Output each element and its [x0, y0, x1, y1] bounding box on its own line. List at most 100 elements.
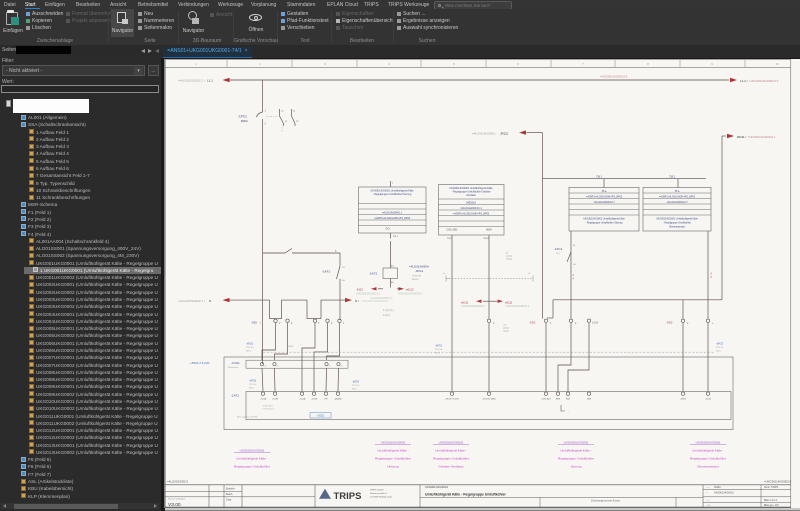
svg-text:UKG001UKG0001: UKG001UKG0001 — [714, 491, 734, 494]
svg-text:Zeichnungsnummer Kunde:: Zeichnungsnummer Kunde: — [591, 500, 621, 503]
svg-text:718 2: 718 2 — [669, 176, 676, 179]
svg-text:UKG001UKG0001: UKG001UKG0001 — [381, 441, 406, 445]
svg-text:+5004 2.6.230: +5004 2.6.230 — [190, 361, 210, 365]
svg-text:-WD3: -WD3 — [352, 380, 360, 384]
svg-text:N2.5: N2.5 — [435, 352, 440, 354]
svg-text:N2.5: N2.5 — [249, 387, 254, 389]
svg-text:=+EMP1+ALG01GA004+PS_0IP02: =+EMP1+ALG01GA004+PS_0IP02 — [659, 195, 696, 198]
svg-text:- Regelgruppe Umluftkühler Hei: - Regelgruppe Umluftkühler Heizung — [373, 193, 412, 196]
svg-text:Übertemperatur: Übertemperatur — [697, 465, 719, 469]
svg-text:-2C1A: -2C1A — [260, 397, 267, 400]
svg-text:-1KF1: -1KF1 — [369, 272, 378, 276]
svg-text:=+EMP1+ALG01GA004+PS_0IP02: =+EMP1+ALG01GA004+PS_0IP02 — [453, 212, 490, 215]
svg-text:2 sq 4: 2 sq 4 — [383, 314, 390, 317]
svg-text:35 a: 35 a — [675, 190, 680, 193]
svg-text:-4PG1: -4PG1 — [415, 269, 424, 273]
svg-text:-1FC1: -1FC1 — [554, 247, 563, 251]
svg-text:Störung: Störung — [571, 465, 582, 469]
svg-text:1 sq 2 (L): 1 sq 2 (L) — [383, 309, 394, 312]
svg-text:Umluftkühlgerät Kälte -: Umluftkühlgerät Kälte - — [560, 449, 591, 453]
svg-text:SYSLINK: SYSLINK — [412, 276, 422, 278]
svg-text:CHS_GB1: CHS_GB1 — [447, 230, 458, 232]
svg-text:DC+: DC+ — [386, 229, 391, 231]
svg-text:718 1: 718 1 — [596, 176, 603, 179]
svg-text:Regelgruppe Umluftkühler: Regelgruppe Umluftkühler — [433, 457, 469, 461]
svg-text:Version Schaltplan: Version Schaltplan — [168, 497, 186, 500]
svg-text:GNYE: GNYE — [288, 346, 294, 348]
svg-text:PVC 4x: PVC 4x — [352, 385, 360, 387]
svg-text:UKG001UKG0001: UKG001UKG0001 — [240, 449, 265, 453]
svg-text:Bearb.: Bearb. — [226, 493, 233, 496]
svg-text:=ALG01AA004/1.1: =ALG01AA004/1.1 — [382, 211, 403, 214]
svg-text:JR111 /: JR111 / — [737, 135, 747, 139]
svg-text:Ventilator: Ventilator — [466, 194, 476, 197]
svg-text:COP 10-24: COP 10-24 — [263, 409, 275, 411]
svg-text:Norm. TRIPS: Norm. TRIPS — [764, 486, 779, 489]
svg-text:0 10V: 0 10V — [592, 322, 599, 325]
svg-text:TRIPS GmbH: TRIPS GmbH — [370, 490, 384, 492]
svg-text:=UKG001UKG0002/1.0: =UKG001UKG0002/1.0 — [361, 299, 389, 303]
svg-text:Messung bei statt 90: Messung bei statt 90 — [237, 416, 258, 419]
svg-text:=UKG001UKG0002/1.0: =UKG001UKG0002/1.0 — [749, 79, 779, 83]
svg-text:TRIPS: TRIPS — [334, 491, 362, 502]
svg-text:AGRA: AGRA — [714, 486, 721, 489]
svg-text:N /: N / — [355, 299, 359, 303]
svg-text:PVC 4x: PVC 4x — [435, 349, 443, 351]
svg-text:-WD1: -WD1 — [246, 342, 254, 346]
svg-text:N2.5: N2.5 — [716, 350, 721, 352]
svg-text:BUS07: BUS07 — [412, 279, 420, 281]
svg-text:=UKG001UKG0001/3.1: =UKG001UKG0001/3.1 — [461, 306, 486, 308]
svg-text:- Regelgruppe Umluftkühler: - Regelgruppe Umluftkühler — [663, 222, 691, 225]
svg-text:-1FC1: -1FC1 — [238, 114, 247, 118]
svg-text:-WG1: -WG1 — [435, 344, 443, 348]
svg-text:718 1: 718 1 — [393, 236, 399, 238]
svg-text:e6111: e6111 — [461, 300, 469, 304]
svg-text:UKG001UKG0001: UKG001UKG0001 — [425, 485, 448, 489]
svg-text:Umluftkühlgerät Kälte -: Umluftkühlgerät Kälte - — [435, 449, 466, 453]
svg-text:=ALG01SS002/2.1 /: =ALG01SS002/2.1 / — [178, 299, 205, 303]
svg-text:D-37308 Heiligenstadt: D-37308 Heiligenstadt — [370, 495, 392, 498]
svg-text:DDC GLT: DDC GLT — [263, 406, 273, 408]
svg-text:PVC 4x: PVC 4x — [249, 384, 257, 386]
svg-text:-1C1R: -1C1R — [311, 398, 318, 400]
svg-text:Regelgruppe Umluftkühler: Regelgruppe Umluftkühler — [690, 457, 726, 461]
svg-text:=ALG01AA004/1C.1: =ALG01AA004/1C.1 — [460, 207, 482, 210]
svg-text:718/4: 718/4 — [483, 238, 489, 240]
svg-text:=ALG01AA004/10.7: =ALG01AA004/10.7 — [666, 201, 688, 204]
svg-text:718/1: 718/1 — [447, 238, 453, 240]
svg-text:Umluftkühlgerät Kälte -: Umluftkühlgerät Kälte - — [377, 449, 408, 453]
svg-text:=ALG01AA004+: =ALG01AA004+ — [409, 265, 430, 269]
svg-text:=ALG01AA004/10.7: =ALG01AA004/10.7 — [593, 201, 615, 204]
svg-text:-1C1A: -1C1A — [299, 397, 306, 400]
svg-text:=UKG001UKG0002/1.0: =UKG001UKG0002/1.0 — [600, 75, 628, 79]
svg-text:54Z5018: 54Z5018 — [466, 201, 476, 204]
svg-text:e6112: e6112 — [406, 288, 414, 292]
svg-text:Übertemperatur: Übertemperatur — [669, 226, 685, 229]
svg-text:PVC 4x: PVC 4x — [246, 347, 254, 349]
svg-text:Umluftkühlgerät Kälte -: Umluftkühlgerät Kälte - — [236, 457, 267, 461]
svg-text:-2K1:0V GND: -2K1:0V GND — [482, 398, 496, 400]
svg-text:N2.5: N2.5 — [352, 388, 357, 390]
svg-text:UKG001UKG0001 Umluftkühlgerät: UKG001UKG0001 Umluftkühlgerät Kälte — [583, 218, 625, 221]
svg-text:-CXD21: -CXD21 — [316, 416, 325, 418]
svg-text:=ALG01SS002/2.1 /: =ALG01SS002/2.1 / — [178, 79, 205, 83]
svg-text:L1.1: L1.1 — [207, 79, 213, 83]
svg-text:=UKG001UKG0001/3.2: =UKG001UKG0001/3.2 — [505, 306, 530, 308]
svg-text:35 a: 35 a — [602, 190, 607, 193]
svg-text:Regelgruppe Umluftkühler: Regelgruppe Umluftkühler — [558, 457, 594, 461]
svg-text:-1K1:454: -1K1:454 — [542, 398, 552, 400]
svg-text:UKG001UKG0001 Umluftkühlgerät: UKG001UKG0001 Umluftkühlgerät Kälte — [656, 218, 698, 221]
svg-text:Regelgruppe Umluftkühler: Regelgruppe Umluftkühler — [234, 465, 270, 469]
svg-text:Umluftkühlgerät Kälte -: Umluftkühlgerät Kälte - — [692, 449, 723, 453]
svg-text:-M1485: -M1485 — [334, 398, 342, 400]
svg-text:Regelgruppe Umluftkühler: Regelgruppe Umluftkühler — [375, 457, 411, 461]
svg-text:N2.5: N2.5 — [246, 350, 251, 352]
svg-text:e6111: e6111 — [505, 300, 513, 304]
svg-text:=+EMP1+ALG01GA004+PS_0IP02: =+EMP1+ALG01GA004+PS_0IP02 — [374, 217, 411, 220]
svg-text:=ALG01UKG0001 /: =ALG01UKG0001 / — [472, 132, 496, 136]
svg-text:JR111: JR111 — [500, 132, 509, 136]
svg-text:Blatt 1 von 1: Blatt 1 von 1 — [764, 499, 778, 502]
svg-text:-XD2: -XD2 — [666, 321, 673, 325]
svg-text:-X20: -X20 — [251, 320, 257, 324]
svg-text:Gepr.: Gepr. — [226, 498, 232, 501]
